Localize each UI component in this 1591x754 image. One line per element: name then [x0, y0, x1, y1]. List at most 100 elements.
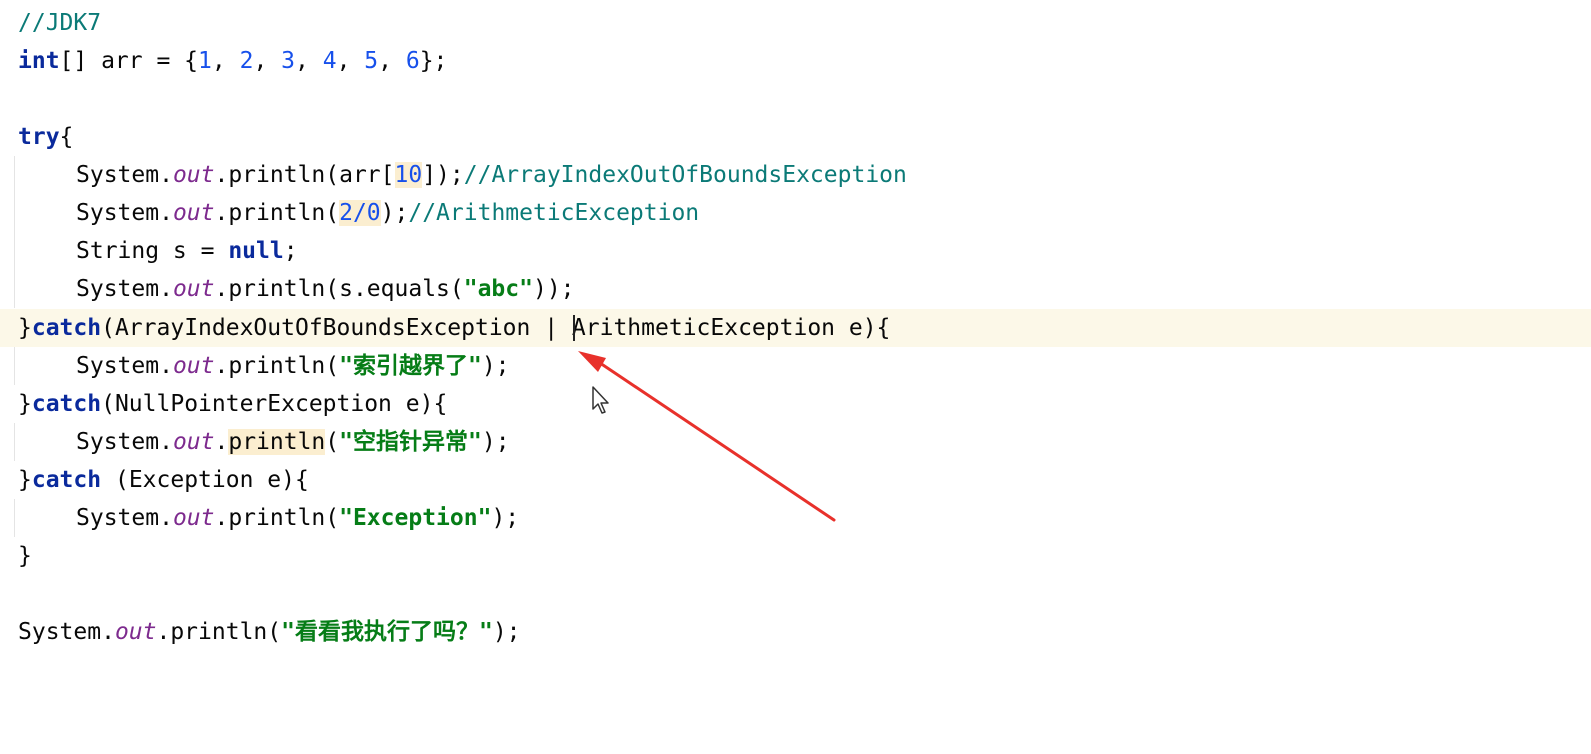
code-text: [] arr = { — [59, 48, 199, 74]
array-declaration: int[] arr = {1, 2, 3, 4, 5, 6}; — [18, 42, 447, 80]
code-text: .println( — [214, 200, 340, 226]
indent-guide — [14, 423, 15, 461]
string-literal: "空指针异常" — [339, 429, 482, 455]
exception-catch-statement: }catch (Exception e){ — [18, 461, 309, 499]
code-text: (NullPointerException e){ — [101, 391, 448, 417]
arithmetic-comment: //ArithmeticException — [408, 200, 700, 226]
code-text: , — [336, 48, 365, 74]
code-line: System.out.println("空指针异常"); — [0, 423, 1591, 461]
code-line: System.out.println("看看我执行了吗？"); — [0, 613, 1591, 651]
code-text: } — [18, 391, 32, 417]
out-field: out — [172, 353, 215, 379]
code-line: try{ — [0, 118, 1591, 156]
out-field: out — [172, 505, 215, 531]
out-field: out — [172, 276, 215, 302]
number-literal: 5 — [364, 48, 379, 74]
int-keyword: int — [18, 48, 60, 74]
code-editor[interactable]: //JDK7 int[] arr = {1, 2, 3, 4, 5, 6}; t… — [0, 0, 1591, 754]
println-equals: System.out.println(s.equals("abc")); — [76, 270, 575, 308]
mouse-pointer-icon — [592, 386, 609, 414]
number-literal: 1 — [198, 48, 212, 74]
code-line: String s = null; — [0, 232, 1591, 270]
code-text: ); — [481, 353, 510, 379]
println-executed: System.out.println("看看我执行了吗？"); — [18, 613, 521, 651]
println-index-oob: System.out.println("索引越界了"); — [76, 347, 510, 385]
highlighted-println: println — [228, 429, 326, 455]
code-line: System.out.println(s.equals("abc")); — [0, 270, 1591, 308]
code-text: (ArrayIndexOutOfBoundsException | Arithm… — [101, 315, 891, 341]
code-line: }catch(NullPointerException e){ — [0, 385, 1591, 423]
null-keyword: null — [228, 238, 284, 264]
code-text: { — [59, 124, 74, 150]
out-field: out — [172, 429, 215, 455]
code-line: } — [0, 537, 1591, 575]
code-text: System. — [76, 429, 173, 455]
npe-catch-statement: }catch(NullPointerException e){ — [18, 385, 447, 423]
catch-keyword: catch — [31, 315, 102, 341]
code-text: , — [378, 48, 406, 74]
code-text: } — [18, 315, 32, 341]
code-text: ); — [481, 429, 510, 455]
code-line: int[] arr = {1, 2, 3, 4, 5, 6}; — [0, 42, 1591, 80]
code-line: System.out.println(2/0);//ArithmeticExce… — [0, 194, 1591, 232]
code-line: System.out.println(arr[10]);//ArrayIndex… — [0, 156, 1591, 194]
catch-keyword: catch — [31, 391, 102, 417]
code-text: , — [211, 48, 240, 74]
string-literal: "abc" — [463, 276, 533, 302]
code-text: }; — [419, 48, 448, 74]
code-text: ]); — [422, 162, 464, 188]
indent-guide — [14, 499, 15, 537]
catch-keyword: catch — [31, 467, 102, 493]
code-text: ); — [492, 619, 521, 645]
code-text: ); — [491, 505, 520, 531]
code-text: s.equals( — [339, 276, 464, 302]
string-literal: "Exception" — [339, 505, 492, 531]
code-text: arr[ — [339, 162, 395, 188]
code-text: , — [253, 48, 282, 74]
code-text: .println( — [214, 276, 340, 302]
code-line: //JDK7 — [0, 4, 1591, 42]
code-text: .println( — [214, 505, 340, 531]
indent-guide — [14, 194, 15, 232]
println-exception: System.out.println("Exception"); — [76, 499, 519, 537]
highlighted-index: 10 — [394, 162, 423, 188]
indent-guide — [14, 347, 15, 385]
current-code-line[interactable]: }catch(ArrayIndexOutOfBoundsException | … — [0, 309, 1591, 347]
code-text: ( — [325, 429, 340, 455]
indent-guide — [14, 270, 15, 308]
string-literal: "索引越界了" — [339, 353, 482, 379]
number-literal: 3 — [281, 48, 296, 74]
try-statement: try{ — [18, 118, 73, 156]
code-text: ; — [283, 238, 298, 264]
code-text: System. — [76, 200, 173, 226]
out-field: out — [172, 162, 215, 188]
text-caret — [573, 315, 575, 341]
code-text: , — [295, 48, 323, 74]
code-text: System. — [18, 619, 115, 645]
code-text: System. — [76, 162, 173, 188]
code-text: .println( — [214, 353, 340, 379]
code-text: .println( — [156, 619, 282, 645]
string-declaration: String s = null; — [76, 232, 298, 270]
code-line: System.out.println("Exception"); — [0, 499, 1591, 537]
code-text: )); — [532, 276, 575, 302]
code-text: String s = — [76, 238, 229, 264]
number-literal: 6 — [405, 48, 420, 74]
code-text: System. — [76, 353, 173, 379]
code-text: .println( — [214, 162, 340, 188]
number-literal: 4 — [322, 48, 337, 74]
jdk7-comment: //JDK7 — [18, 10, 102, 36]
out-field: out — [172, 200, 215, 226]
println-array-index: System.out.println(arr[10]);//ArrayIndex… — [76, 156, 907, 194]
println-division: System.out.println(2/0);//ArithmeticExce… — [76, 194, 699, 232]
code-line: }catch (Exception e){ — [0, 461, 1591, 499]
code-text: } — [18, 467, 32, 493]
println-npe: System.out.println("空指针异常"); — [76, 423, 510, 461]
code-line: System.out.println("索引越界了"); — [0, 347, 1591, 385]
aioobe-comment: //ArrayIndexOutOfBoundsException — [463, 162, 907, 188]
code-text: ); — [380, 200, 409, 226]
code-text: System. — [76, 505, 173, 531]
try-keyword: try — [18, 124, 60, 150]
code-text: (Exception e){ — [114, 467, 309, 493]
